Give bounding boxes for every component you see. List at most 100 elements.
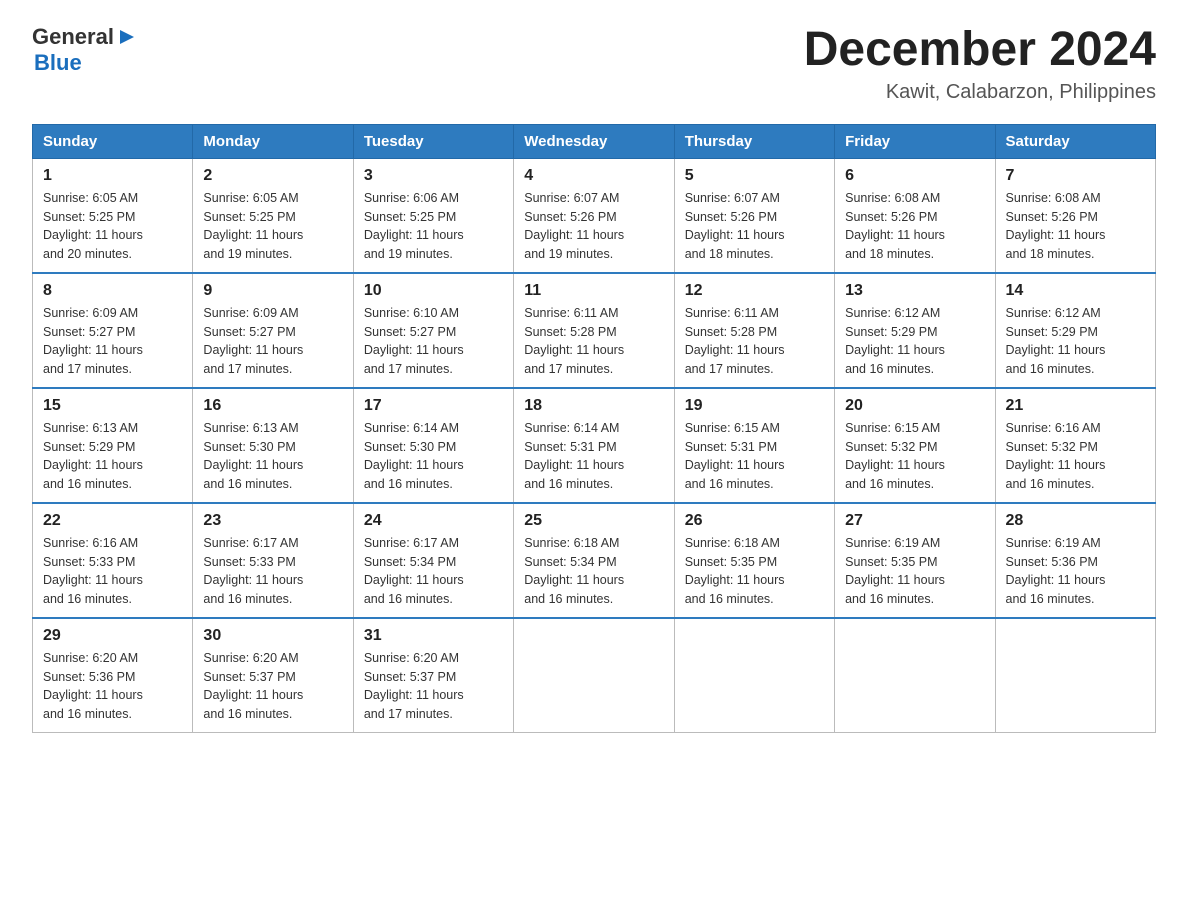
calendar-day-cell: 6 Sunrise: 6:08 AM Sunset: 5:26 PM Dayli… — [835, 158, 995, 273]
day-info: Sunrise: 6:18 AM Sunset: 5:35 PM Dayligh… — [685, 534, 824, 609]
day-info: Sunrise: 6:13 AM Sunset: 5:30 PM Dayligh… — [203, 419, 342, 494]
day-info: Sunrise: 6:18 AM Sunset: 5:34 PM Dayligh… — [524, 534, 663, 609]
day-info: Sunrise: 6:12 AM Sunset: 5:29 PM Dayligh… — [845, 304, 984, 379]
day-number: 13 — [845, 282, 984, 300]
day-info: Sunrise: 6:19 AM Sunset: 5:36 PM Dayligh… — [1006, 534, 1145, 609]
day-number: 15 — [43, 397, 182, 415]
calendar-day-cell: 23 Sunrise: 6:17 AM Sunset: 5:33 PM Dayl… — [193, 503, 353, 618]
calendar-day-cell: 31 Sunrise: 6:20 AM Sunset: 5:37 PM Dayl… — [353, 618, 513, 733]
calendar-day-cell: 18 Sunrise: 6:14 AM Sunset: 5:31 PM Dayl… — [514, 388, 674, 503]
day-number: 19 — [685, 397, 824, 415]
day-number: 29 — [43, 627, 182, 645]
calendar-day-cell: 30 Sunrise: 6:20 AM Sunset: 5:37 PM Dayl… — [193, 618, 353, 733]
day-info: Sunrise: 6:08 AM Sunset: 5:26 PM Dayligh… — [1006, 189, 1145, 264]
day-number: 27 — [845, 512, 984, 530]
logo-general-text: General — [32, 24, 114, 50]
calendar-day-cell: 7 Sunrise: 6:08 AM Sunset: 5:26 PM Dayli… — [995, 158, 1155, 273]
day-info: Sunrise: 6:14 AM Sunset: 5:30 PM Dayligh… — [364, 419, 503, 494]
calendar-day-cell: 26 Sunrise: 6:18 AM Sunset: 5:35 PM Dayl… — [674, 503, 834, 618]
calendar-day-cell: 19 Sunrise: 6:15 AM Sunset: 5:31 PM Dayl… — [674, 388, 834, 503]
logo-blue-text: Blue — [34, 50, 82, 76]
day-number: 10 — [364, 282, 503, 300]
day-info: Sunrise: 6:19 AM Sunset: 5:35 PM Dayligh… — [845, 534, 984, 609]
day-info: Sunrise: 6:12 AM Sunset: 5:29 PM Dayligh… — [1006, 304, 1145, 379]
calendar-day-cell: 14 Sunrise: 6:12 AM Sunset: 5:29 PM Dayl… — [995, 273, 1155, 388]
title-section: December 2024 Kawit, Calabarzon, Philipp… — [804, 24, 1156, 104]
calendar-day-cell: 29 Sunrise: 6:20 AM Sunset: 5:36 PM Dayl… — [33, 618, 193, 733]
day-info: Sunrise: 6:13 AM Sunset: 5:29 PM Dayligh… — [43, 419, 182, 494]
day-info: Sunrise: 6:20 AM Sunset: 5:36 PM Dayligh… — [43, 649, 182, 724]
calendar-day-cell: 16 Sunrise: 6:13 AM Sunset: 5:30 PM Dayl… — [193, 388, 353, 503]
calendar-day-cell — [514, 618, 674, 733]
day-number: 18 — [524, 397, 663, 415]
day-info: Sunrise: 6:08 AM Sunset: 5:26 PM Dayligh… — [845, 189, 984, 264]
calendar-subtitle: Kawit, Calabarzon, Philippines — [804, 81, 1156, 104]
col-header-wednesday: Wednesday — [514, 124, 674, 158]
day-info: Sunrise: 6:05 AM Sunset: 5:25 PM Dayligh… — [203, 189, 342, 264]
logo-arrow-icon — [116, 26, 138, 48]
day-number: 11 — [524, 282, 663, 300]
day-number: 30 — [203, 627, 342, 645]
day-number: 14 — [1006, 282, 1145, 300]
calendar-title: December 2024 — [804, 24, 1156, 77]
col-header-thursday: Thursday — [674, 124, 834, 158]
calendar-day-cell — [674, 618, 834, 733]
day-info: Sunrise: 6:16 AM Sunset: 5:32 PM Dayligh… — [1006, 419, 1145, 494]
page-header: General Blue December 2024 Kawit, Calaba… — [32, 24, 1156, 104]
calendar-day-cell: 21 Sunrise: 6:16 AM Sunset: 5:32 PM Dayl… — [995, 388, 1155, 503]
calendar-day-cell: 8 Sunrise: 6:09 AM Sunset: 5:27 PM Dayli… — [33, 273, 193, 388]
calendar-day-cell: 3 Sunrise: 6:06 AM Sunset: 5:25 PM Dayli… — [353, 158, 513, 273]
col-header-saturday: Saturday — [995, 124, 1155, 158]
day-number: 16 — [203, 397, 342, 415]
calendar-header-row: SundayMondayTuesdayWednesdayThursdayFrid… — [33, 124, 1156, 158]
day-number: 25 — [524, 512, 663, 530]
calendar-day-cell: 25 Sunrise: 6:18 AM Sunset: 5:34 PM Dayl… — [514, 503, 674, 618]
day-number: 6 — [845, 167, 984, 185]
calendar-day-cell: 11 Sunrise: 6:11 AM Sunset: 5:28 PM Dayl… — [514, 273, 674, 388]
day-number: 12 — [685, 282, 824, 300]
day-number: 28 — [1006, 512, 1145, 530]
day-info: Sunrise: 6:20 AM Sunset: 5:37 PM Dayligh… — [203, 649, 342, 724]
day-info: Sunrise: 6:17 AM Sunset: 5:34 PM Dayligh… — [364, 534, 503, 609]
day-number: 26 — [685, 512, 824, 530]
calendar-day-cell: 5 Sunrise: 6:07 AM Sunset: 5:26 PM Dayli… — [674, 158, 834, 273]
day-number: 31 — [364, 627, 503, 645]
calendar-day-cell — [835, 618, 995, 733]
calendar-week-row: 1 Sunrise: 6:05 AM Sunset: 5:25 PM Dayli… — [33, 158, 1156, 273]
calendar-week-row: 8 Sunrise: 6:09 AM Sunset: 5:27 PM Dayli… — [33, 273, 1156, 388]
day-number: 20 — [845, 397, 984, 415]
day-info: Sunrise: 6:09 AM Sunset: 5:27 PM Dayligh… — [43, 304, 182, 379]
day-info: Sunrise: 6:16 AM Sunset: 5:33 PM Dayligh… — [43, 534, 182, 609]
day-number: 8 — [43, 282, 182, 300]
day-info: Sunrise: 6:05 AM Sunset: 5:25 PM Dayligh… — [43, 189, 182, 264]
day-info: Sunrise: 6:07 AM Sunset: 5:26 PM Dayligh… — [524, 189, 663, 264]
calendar-day-cell: 20 Sunrise: 6:15 AM Sunset: 5:32 PM Dayl… — [835, 388, 995, 503]
day-info: Sunrise: 6:15 AM Sunset: 5:32 PM Dayligh… — [845, 419, 984, 494]
calendar-day-cell — [995, 618, 1155, 733]
calendar-day-cell: 13 Sunrise: 6:12 AM Sunset: 5:29 PM Dayl… — [835, 273, 995, 388]
day-number: 3 — [364, 167, 503, 185]
calendar-day-cell: 9 Sunrise: 6:09 AM Sunset: 5:27 PM Dayli… — [193, 273, 353, 388]
col-header-tuesday: Tuesday — [353, 124, 513, 158]
calendar-day-cell: 1 Sunrise: 6:05 AM Sunset: 5:25 PM Dayli… — [33, 158, 193, 273]
day-number: 17 — [364, 397, 503, 415]
calendar-week-row: 29 Sunrise: 6:20 AM Sunset: 5:36 PM Dayl… — [33, 618, 1156, 733]
day-number: 23 — [203, 512, 342, 530]
day-info: Sunrise: 6:07 AM Sunset: 5:26 PM Dayligh… — [685, 189, 824, 264]
day-number: 5 — [685, 167, 824, 185]
day-number: 22 — [43, 512, 182, 530]
day-number: 1 — [43, 167, 182, 185]
day-number: 4 — [524, 167, 663, 185]
day-info: Sunrise: 6:11 AM Sunset: 5:28 PM Dayligh… — [524, 304, 663, 379]
day-number: 7 — [1006, 167, 1145, 185]
day-info: Sunrise: 6:17 AM Sunset: 5:33 PM Dayligh… — [203, 534, 342, 609]
day-info: Sunrise: 6:14 AM Sunset: 5:31 PM Dayligh… — [524, 419, 663, 494]
calendar-day-cell: 4 Sunrise: 6:07 AM Sunset: 5:26 PM Dayli… — [514, 158, 674, 273]
day-info: Sunrise: 6:10 AM Sunset: 5:27 PM Dayligh… — [364, 304, 503, 379]
calendar-week-row: 22 Sunrise: 6:16 AM Sunset: 5:33 PM Dayl… — [33, 503, 1156, 618]
calendar-day-cell: 2 Sunrise: 6:05 AM Sunset: 5:25 PM Dayli… — [193, 158, 353, 273]
col-header-friday: Friday — [835, 124, 995, 158]
calendar-day-cell: 27 Sunrise: 6:19 AM Sunset: 5:35 PM Dayl… — [835, 503, 995, 618]
col-header-monday: Monday — [193, 124, 353, 158]
day-info: Sunrise: 6:15 AM Sunset: 5:31 PM Dayligh… — [685, 419, 824, 494]
